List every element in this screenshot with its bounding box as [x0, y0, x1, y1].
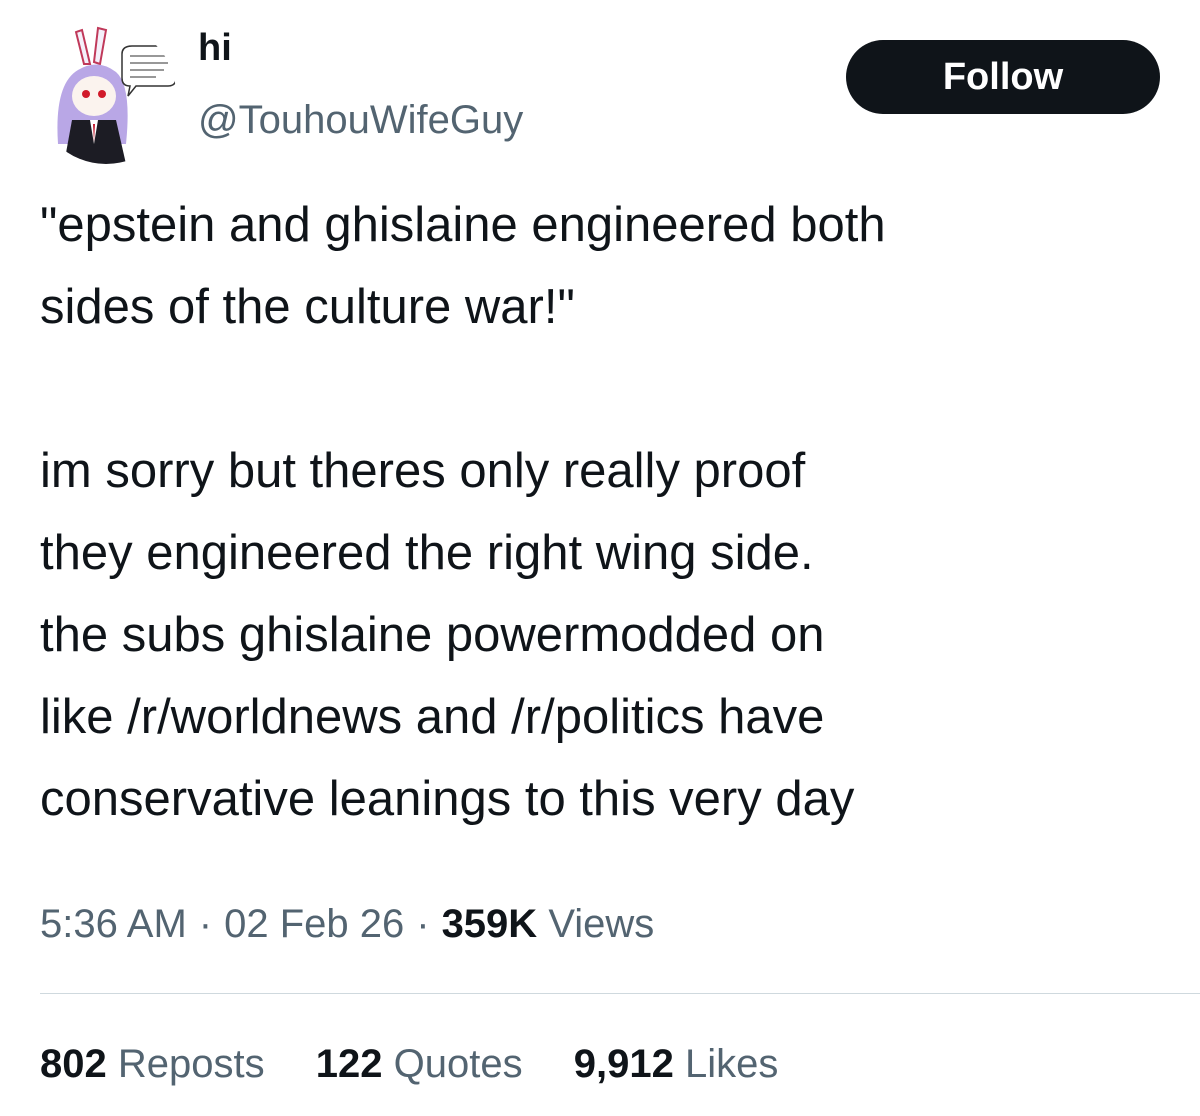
likes-stat[interactable]: 9,912 Likes	[574, 1034, 779, 1094]
tweet-text: "epstein and ghislaine engineered both s…	[40, 184, 1190, 840]
tweet-text-line: im sorry but theres only really proof	[40, 444, 806, 498]
meta-separator: ·	[198, 902, 213, 946]
quotes-count: 122	[315, 1042, 383, 1086]
follow-button[interactable]: Follow	[846, 40, 1160, 114]
paragraph-break	[40, 348, 1190, 430]
divider	[40, 993, 1200, 994]
views-label[interactable]: Views	[548, 902, 654, 946]
tweet-text-line: sides of the culture war!"	[40, 280, 575, 334]
engagement-stats: 802 Reposts 122 Quotes 9,912 Likes	[40, 1034, 818, 1094]
tweet-meta: 5:36 AM · 02 Feb 26 · 359K Views	[40, 894, 654, 954]
tweet-time[interactable]: 5:36 AM	[40, 902, 187, 946]
tweet-text-line: the subs ghislaine powermodded on	[40, 608, 825, 662]
meta-separator: ·	[416, 902, 430, 946]
reposts-stat[interactable]: 802 Reposts	[40, 1034, 265, 1094]
quotes-label: Quotes	[393, 1042, 523, 1086]
tweet-text-line: conservative leanings to this very day	[40, 772, 855, 826]
tweet: hi @TouhouWifeGuy Follow "epstein and gh…	[0, 0, 1200, 1116]
anime-girl-avatar-icon[interactable]	[36, 24, 176, 164]
reposts-count: 802	[40, 1042, 107, 1086]
likes-count: 9,912	[573, 1042, 674, 1086]
tweet-text-line: "epstein and ghislaine engineered both	[40, 198, 886, 252]
tweet-text-line: they engineered the right wing side.	[40, 526, 814, 580]
author-display-name[interactable]: hi	[198, 24, 232, 72]
tweet-date[interactable]: 02 Feb 26	[224, 902, 404, 946]
reposts-label: Reposts	[117, 1042, 265, 1086]
views-count[interactable]: 359K	[442, 902, 538, 946]
quotes-stat[interactable]: 122 Quotes	[316, 1034, 523, 1094]
tweet-text-line: like /r/worldnews and /r/politics have	[40, 690, 825, 744]
likes-label: Likes	[684, 1042, 779, 1086]
author-handle[interactable]: @TouhouWifeGuy	[198, 96, 523, 144]
